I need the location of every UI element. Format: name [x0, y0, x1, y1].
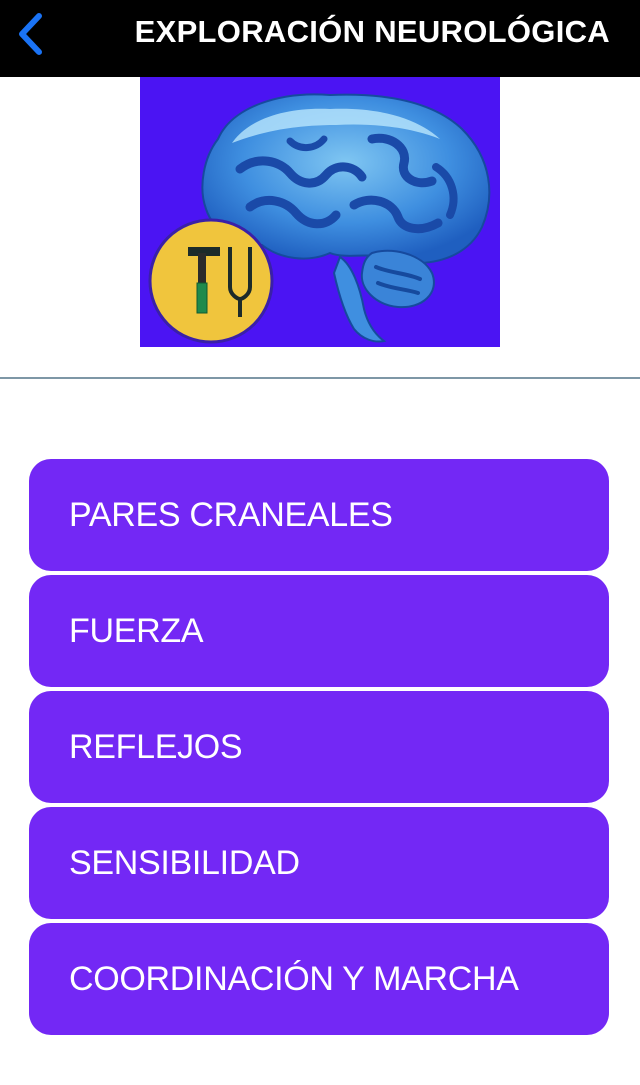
menu-item-sensibilidad[interactable]: SENSIBILIDAD [29, 807, 609, 919]
menu-item-label: PARES CRANEALES [69, 495, 393, 534]
chevron-left-icon [19, 13, 42, 55]
back-button[interactable] [10, 10, 50, 58]
menu-item-label: FUERZA [69, 611, 204, 650]
divider [0, 377, 640, 379]
menu-item-reflejos[interactable]: REFLEJOS [29, 691, 609, 803]
menu-item-label: SENSIBILIDAD [69, 843, 300, 882]
navigation-bar: EXPLORACIÓN NEUROLÓGICA [0, 0, 640, 77]
page-title: EXPLORACIÓN NEUROLÓGICA [134, 14, 610, 49]
menu-item-coordinacion-y-marcha[interactable]: COORDINACIÓN Y MARCHA [29, 923, 609, 1035]
menu-item-label: REFLEJOS [69, 727, 243, 766]
app-logo [140, 77, 500, 347]
menu-item-label: COORDINACIÓN Y MARCHA [69, 959, 519, 998]
menu-item-pares-craneales[interactable]: PARES CRANEALES [29, 459, 609, 571]
exam-section-menu: PARES CRANEALES FUERZA REFLEJOS SENSIBIL… [29, 459, 609, 1039]
menu-item-fuerza[interactable]: FUERZA [29, 575, 609, 687]
